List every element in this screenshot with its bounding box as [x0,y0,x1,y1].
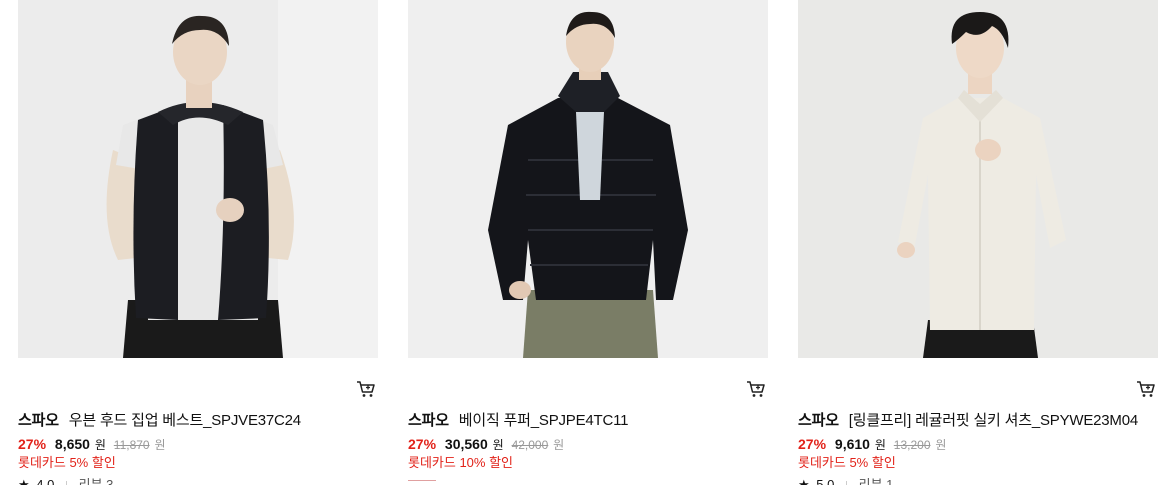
price-row: 27% 30,560 원 42,000 원 [408,435,564,454]
review-count: 리뷰 1 [858,477,894,485]
price-row: 27% 9,610 원 13,200 원 [798,435,946,454]
product-image[interactable] [798,0,1158,358]
price-row: 27% 8,650 원 11,870 원 [18,435,166,454]
sale-price: 30,560 [444,436,488,452]
product-image[interactable] [408,0,768,358]
product-title[interactable]: 스파오 우븐 후드 집업 베스트_SPJVE37C24 [18,411,378,431]
rating-value: 4.0 [36,477,55,485]
original-price-unit: 원 [553,438,565,452]
model-wearing-black-puffer-jacket-image [408,0,768,358]
brand-name: 스파오 [798,412,839,429]
badge-divider [408,480,436,483]
sale-price: 9,610 [834,436,870,452]
add-to-cart-button[interactable] [746,380,766,398]
product-image[interactable] [18,0,378,358]
card-discount-text: 롯데카드 10% 할인 [408,455,514,470]
discount-rate: 27% [408,436,437,452]
product-name: 우븐 후드 집업 베스트_SPJVE37C24 [68,412,301,429]
star-icon: ★ [798,477,810,485]
divider [845,480,847,485]
original-price-unit: 원 [154,438,166,452]
product-card[interactable]: 스파오 우븐 후드 집업 베스트_SPJVE37C24 27% 8,650 원 … [18,0,378,485]
original-price: 13,200 [893,438,931,452]
original-price: 11,870 [113,438,150,452]
brand-name: 스파오 [18,412,59,429]
rating-row: ★ 5.0 리뷰 1 [798,477,893,485]
discount-rate: 27% [18,436,47,452]
price-unit: 원 [492,438,504,452]
product-name: [링클프리] 레귤러핏 실키 셔츠_SPYWE23M04 [848,412,1139,429]
cart-icon [747,381,765,397]
card-discount-text: 롯데카드 5% 할인 [18,455,116,470]
divider [65,480,67,485]
cart-icon [357,381,375,397]
brand-name: 스파오 [408,412,449,429]
model-wearing-black-hooded-vest-image [18,0,378,358]
product-card[interactable]: 스파오 [링클프리] 레귤러핏 실키 셔츠_SPYWE23M04 27% 9,6… [798,0,1158,485]
product-title[interactable]: 스파오 [링클프리] 레귤러핏 실키 셔츠_SPYWE23M04 [798,411,1158,431]
rating-value: 5.0 [816,477,835,485]
product-name: 베이직 푸퍼_SPJPE4TC11 [458,412,629,429]
star-icon: ★ [18,477,30,485]
product-title[interactable]: 스파오 베이직 푸퍼_SPJPE4TC11 [408,411,768,431]
price-unit: 원 [874,438,886,452]
cart-icon [1137,381,1155,397]
price-unit: 원 [94,438,106,452]
add-to-cart-button[interactable] [356,380,376,398]
review-count: 리뷰 3 [78,477,114,485]
sale-price: 8,650 [54,436,90,452]
original-price-unit: 원 [935,438,947,452]
card-discount-text: 롯데카드 5% 할인 [798,455,896,470]
original-price: 42,000 [511,438,549,452]
model-wearing-white-shirt-image [798,0,1158,358]
discount-rate: 27% [798,436,827,452]
rating-row: ★ 4.0 리뷰 3 [18,477,113,485]
add-to-cart-button[interactable] [1136,380,1156,398]
product-card[interactable]: 스파오 베이직 푸퍼_SPJPE4TC11 27% 30,560 원 42,00… [408,0,768,485]
